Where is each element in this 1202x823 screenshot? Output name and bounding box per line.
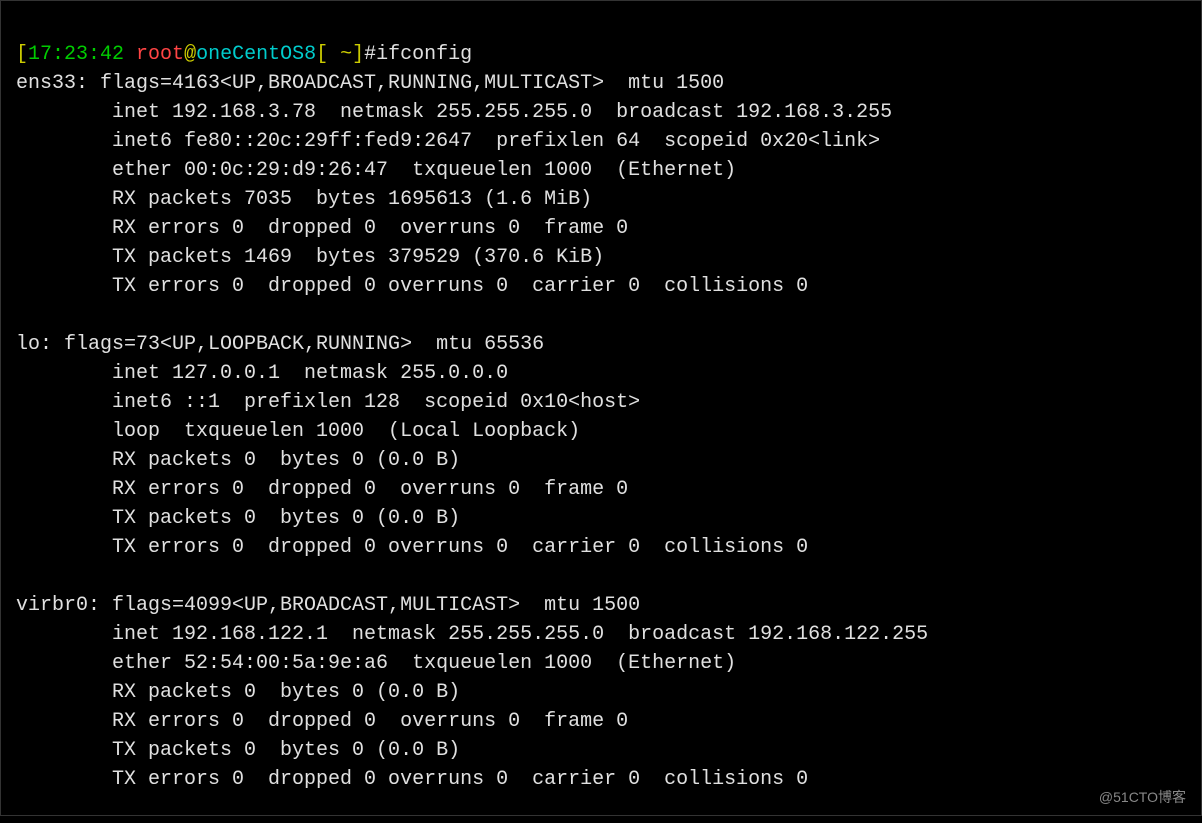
command-text: ifconfig	[376, 43, 472, 66]
prompt-at: @	[184, 43, 196, 66]
watermark-text: @51CTO博客	[1099, 787, 1186, 807]
prompt-line: [17:23:42 root@oneCentOS8[ ~]#ifconfig	[16, 43, 472, 66]
prompt-host: oneCentOS8	[196, 43, 316, 66]
prompt-user: root	[136, 43, 184, 66]
prompt-hash: #	[364, 43, 376, 66]
prompt-path: [ ~]	[316, 43, 364, 66]
command-output: ens33: flags=4163<UP,BROADCAST,RUNNING,M…	[16, 69, 1186, 794]
prompt-bracket-open: [	[16, 43, 28, 66]
prompt-time: 17:23:42	[28, 43, 124, 66]
terminal-window[interactable]: [17:23:42 root@oneCentOS8[ ~]#ifconfig e…	[16, 11, 1186, 823]
prompt-space	[124, 43, 136, 66]
